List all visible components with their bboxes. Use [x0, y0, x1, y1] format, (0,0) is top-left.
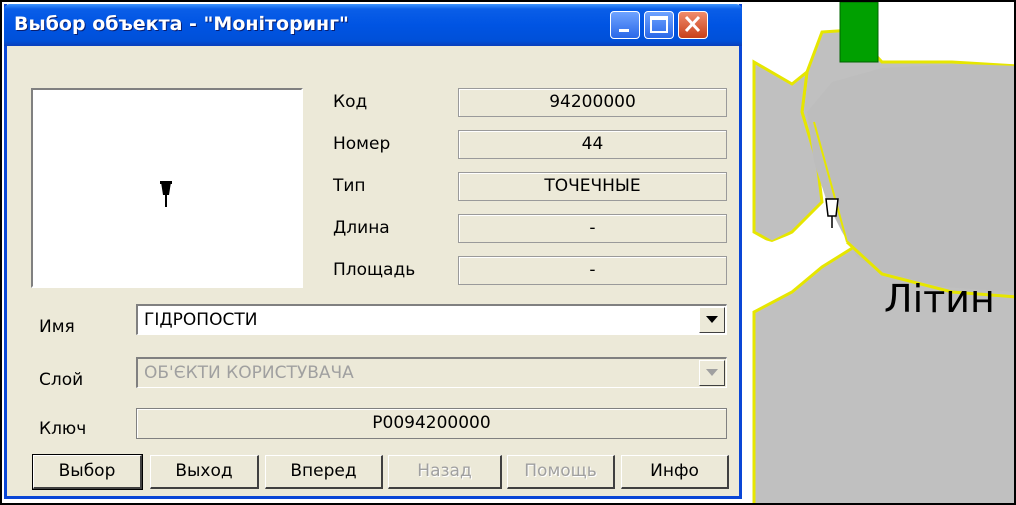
screen-frame: Літин Выбор объекта - "Моніторинг" Код 9… — [0, 0, 1016, 505]
select-button[interactable]: Выбор — [32, 454, 143, 490]
maximize-icon — [650, 16, 668, 33]
minimize-icon — [619, 29, 629, 32]
area-value: - — [458, 256, 727, 285]
type-label: Тип — [333, 176, 366, 196]
back-button: Назад — [388, 455, 502, 489]
layer-label: Слой — [39, 370, 84, 390]
map-place-label: Літин — [884, 277, 995, 321]
name-select-value: ГІДРОПОСТИ — [144, 310, 258, 330]
name-dropdown-button[interactable] — [699, 307, 725, 333]
exit-button[interactable]: Выход — [150, 455, 259, 489]
layer-dropdown-button — [699, 360, 725, 386]
length-value: - — [458, 214, 727, 243]
key-value: P0094200000 — [136, 408, 727, 439]
chevron-down-icon — [706, 369, 718, 376]
number-label: Номер — [333, 134, 391, 154]
chevron-down-icon — [706, 316, 718, 323]
map-green-area — [839, 2, 879, 63]
layer-select: ОБ'ЄКТИ КОРИСТУВАЧА — [136, 357, 727, 388]
area-label: Площадь — [333, 260, 416, 280]
close-button[interactable] — [678, 11, 708, 39]
key-label: Ключ — [39, 419, 87, 439]
object-pin-icon — [160, 181, 172, 207]
title-bar[interactable]: Выбор объекта - "Моніторинг" — [4, 4, 742, 46]
info-button[interactable]: Инфо — [621, 455, 729, 489]
type-value: ТОЧЕЧНЫЕ — [458, 172, 727, 201]
window-title: Выбор объекта - "Моніторинг" — [14, 13, 349, 35]
forward-button[interactable]: Вперед — [265, 455, 383, 489]
help-button: Помощь — [507, 455, 615, 489]
maximize-button[interactable] — [644, 11, 674, 39]
code-label: Код — [333, 92, 368, 112]
number-value: 44 — [458, 130, 727, 159]
name-select[interactable]: ГІДРОПОСТИ — [136, 304, 727, 335]
name-label: Имя — [39, 317, 75, 337]
length-label: Длина — [333, 218, 390, 238]
layer-select-value: ОБ'ЄКТИ КОРИСТУВАЧА — [144, 363, 354, 383]
code-value: 94200000 — [458, 88, 727, 117]
select-object-dialog: Выбор объекта - "Моніторинг" Код 9420000… — [4, 4, 742, 499]
object-preview — [31, 88, 303, 288]
minimize-button[interactable] — [610, 11, 640, 39]
map-pin-icon[interactable] — [825, 198, 839, 228]
close-icon — [684, 15, 701, 33]
